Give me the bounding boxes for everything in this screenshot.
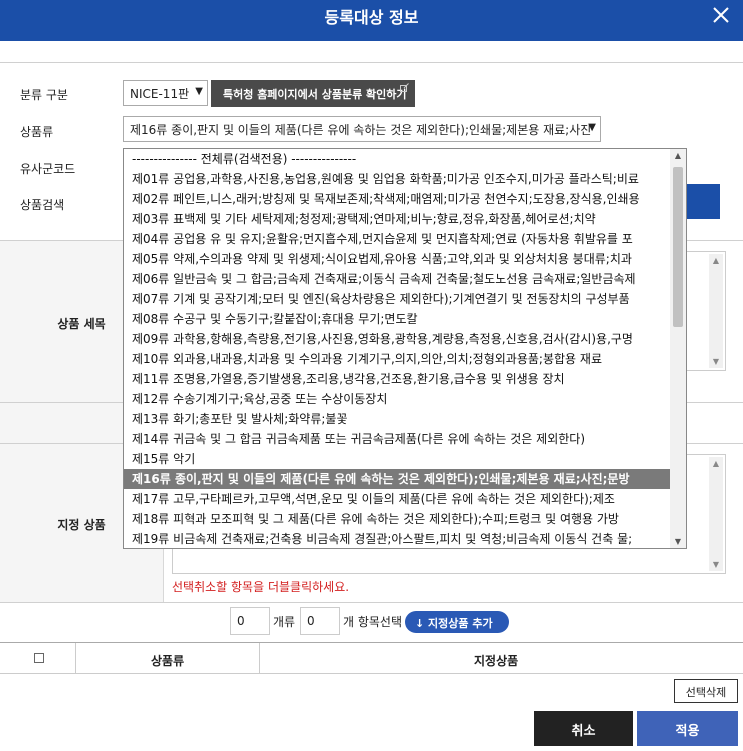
scroll-down-icon[interactable]: ▼ xyxy=(709,357,723,366)
class-label: 분류 구분 xyxy=(20,88,68,102)
patent-site-button[interactable]: 특허청 홈페이지에서 상품분류 확인하기 xyxy=(211,80,415,107)
dialog-header: 등록대상 정보 xyxy=(0,0,743,41)
chevron-down-icon: ▼ xyxy=(588,122,596,133)
dropdown-option[interactable]: 제13류 화기;총포탄 및 발사체;화약류;불꽃 xyxy=(124,409,670,429)
delete-selected-button[interactable]: 선택삭제 xyxy=(674,679,738,703)
goods-class-select-value: 제16류 종이,판지 및 이들의 제품(다른 유에 속하는 것은 제외한다);인… xyxy=(130,123,592,137)
dropdown-option[interactable]: 제05류 약제,수의과용 약제 및 위생제;식이요법제,유아용 식품;고약,외과… xyxy=(124,249,670,269)
close-icon[interactable] xyxy=(711,5,731,25)
dropdown-option-all[interactable]: --------------- 전체류(검색전용) --------------… xyxy=(124,149,670,169)
scrollbar[interactable]: ▲ ▼ xyxy=(709,254,723,368)
dropdown-option[interactable]: 제11류 조명용,가열용,증기발생용,조리용,냉각용,건조용,환기용,급수용 및… xyxy=(124,369,670,389)
select-all-checkbox[interactable] xyxy=(34,653,44,663)
dropdown-option[interactable]: 제01류 공업용,과학용,사진용,농업용,원예용 및 임업용 화학품;미가공 인… xyxy=(124,169,670,189)
chevron-down-icon: ▼ xyxy=(195,86,203,97)
dropdown-option[interactable]: 제19류 비금속제 건축재료;건축용 비금속제 경질관;아스팔트,피치 및 역청… xyxy=(124,529,670,548)
scroll-down-icon[interactable]: ▼ xyxy=(709,560,723,569)
dropdown-option[interactable]: 제06류 일반금속 및 그 합금;금속제 건축재료;이동식 금속제 건축물;철도… xyxy=(124,269,670,289)
patent-site-button-label: 특허청 홈페이지에서 상품분류 확인하기 xyxy=(223,88,407,101)
goods-class-label: 상품류 xyxy=(20,125,54,139)
dialog-title: 등록대상 정보 xyxy=(324,8,419,27)
dropdown-option[interactable]: 제12류 수송기계기구;육상,공중 또는 수상이동장치 xyxy=(124,389,670,409)
similar-code-label: 유사군코드 xyxy=(20,162,76,176)
column-designated-goods[interactable]: 지정상품 xyxy=(474,652,518,669)
column-divider xyxy=(259,643,260,673)
goods-class-select[interactable]: 제16류 종이,판지 및 이들의 제품(다른 유에 속하는 것은 제외한다);인… xyxy=(123,116,601,142)
dropdown-option[interactable]: 제15류 악기 xyxy=(124,449,670,469)
dropdown-option[interactable]: 제17류 고무,구타페르카,고무액,석면,운모 및 이들의 제품(다른 유에 속… xyxy=(124,489,670,509)
dropdown-option[interactable]: 제16류 종이,판지 및 이들의 제품(다른 유에 속하는 것은 제외한다);인… xyxy=(124,469,670,489)
dropdown-option[interactable]: 제08류 수공구 및 수동기구;칼붙잡이;휴대용 무기;면도칼 xyxy=(124,309,670,329)
dropdown-scrollbar[interactable]: ▲ ▼ xyxy=(670,149,686,548)
item-count-field[interactable]: 0 xyxy=(300,607,340,635)
dropdown-option[interactable]: 제03류 표백제 및 기타 세탁제제;청정제;광택제;연마제;비누;향료,정유,… xyxy=(124,209,670,229)
search-label: 상품검색 xyxy=(20,198,65,212)
apply-button[interactable]: 적용 xyxy=(637,711,738,746)
goods-class-dropdown-list[interactable]: --------------- 전체류(검색전용) --------------… xyxy=(123,148,687,549)
dropdown-option[interactable]: 제09류 과학용,항해용,측량용,전기용,사진용,영화용,광학용,계량용,측정용… xyxy=(124,329,670,349)
scroll-up-icon[interactable]: ▲ xyxy=(709,256,723,265)
dropdown-option[interactable]: 제04류 공업용 유 및 유지;윤활유;먼지흡수제,먼지습윤제 및 먼지흡착제;… xyxy=(124,229,670,249)
dropdown-option[interactable]: 제02류 페인트,니스,래커;방칭제 및 목재보존제;착색제;매염제;미가공 천… xyxy=(124,189,670,209)
external-link-icon xyxy=(400,83,409,92)
scroll-up-icon[interactable]: ▲ xyxy=(670,151,686,160)
deselect-hint: 선택취소할 항목을 더블클릭하세요. xyxy=(172,580,350,594)
column-divider xyxy=(75,643,76,673)
add-designated-goods-button[interactable]: ↓ 지정상품 추가 xyxy=(405,611,509,633)
dropdown-option[interactable]: 제14류 귀금속 및 그 합금 귀금속제품 또는 귀금속금제품(다른 유에 속하… xyxy=(124,429,670,449)
scroll-down-icon[interactable]: ▼ xyxy=(670,537,686,546)
scroll-up-icon[interactable]: ▲ xyxy=(709,459,723,468)
designated-goods-table-header: 상품류 지정상품 xyxy=(0,642,743,674)
class-select[interactable]: NICE-11판 ▼ xyxy=(123,80,208,106)
class-count-unit: 개류 xyxy=(273,615,296,629)
item-count-unit: 개 항목선택 xyxy=(343,615,403,629)
cancel-button[interactable]: 취소 xyxy=(534,711,633,746)
dropdown-option[interactable]: 제10류 외과용,내과용,치과용 및 수의과용 기계기구,의지,의안,의치;정형… xyxy=(124,349,670,369)
column-goods-class[interactable]: 상품류 xyxy=(151,652,184,669)
dropdown-option[interactable]: 제07류 기계 및 공작기계;모터 및 엔진(육상차량용은 제외한다);기계연결… xyxy=(124,289,670,309)
scrollbar[interactable]: ▲ ▼ xyxy=(709,457,723,571)
class-count-field[interactable]: 0 xyxy=(230,607,270,635)
dropdown-option[interactable]: 제18류 피혁과 모조피혁 및 그 제품(다른 유에 속하는 것은 제외한다);… xyxy=(124,509,670,529)
class-select-value: NICE-11판 xyxy=(130,87,190,101)
scrollbar-thumb[interactable] xyxy=(673,167,683,327)
